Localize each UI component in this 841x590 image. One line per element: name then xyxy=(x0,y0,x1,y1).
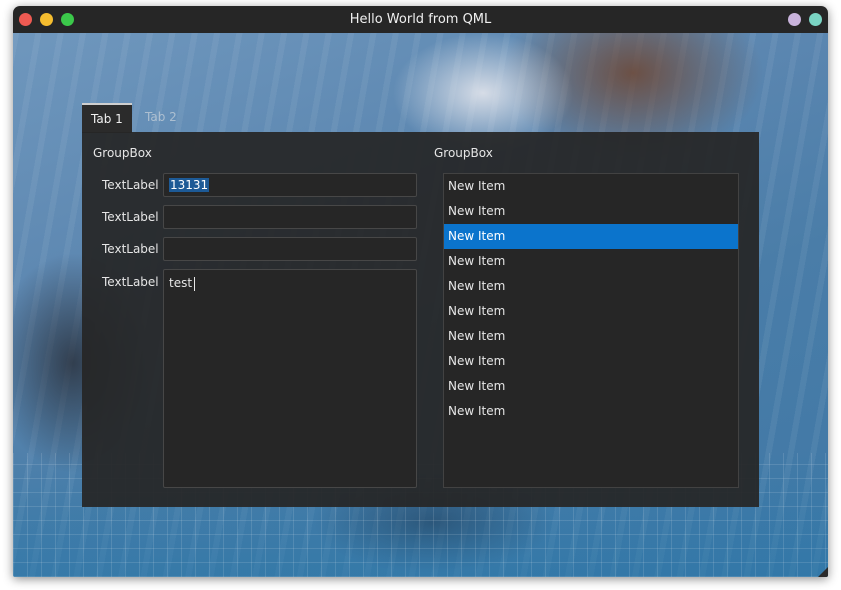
list-item[interactable]: New Item xyxy=(444,199,738,224)
tab-1[interactable]: Tab 1 xyxy=(82,103,132,133)
text-field-1-value: 13131 xyxy=(169,178,210,192)
list-view[interactable]: New Item New Item New Item New Item New … xyxy=(443,173,739,488)
list-item[interactable]: New Item xyxy=(444,374,738,399)
list-item[interactable]: New Item xyxy=(444,299,738,324)
list-item[interactable]: New Item xyxy=(444,349,738,374)
window-title: Hello World from QML xyxy=(349,12,492,27)
text-area-value: test xyxy=(169,276,193,290)
text-field-2[interactable] xyxy=(163,205,417,229)
list-item[interactable]: New Item xyxy=(444,324,738,349)
text-field-1[interactable]: 13131 xyxy=(163,173,417,197)
on-all-desktops-button[interactable] xyxy=(809,13,822,26)
right-groupbox-title: GroupBox xyxy=(434,146,493,160)
row-1-label: TextLabel xyxy=(102,178,159,192)
app-window: Hello World from QML Tab 1 Tab 2 GroupBo… xyxy=(13,6,828,577)
tab-2[interactable]: Tab 2 xyxy=(136,103,186,131)
left-groupbox-title: GroupBox xyxy=(93,146,152,160)
title-bar[interactable]: Hello World from QML xyxy=(13,6,828,33)
row-3-label: TextLabel xyxy=(102,242,159,256)
keep-above-button[interactable] xyxy=(788,13,801,26)
list-item[interactable]: New Item xyxy=(444,274,738,299)
resize-grip[interactable] xyxy=(818,567,828,577)
text-cursor xyxy=(194,276,196,291)
list-item[interactable]: New Item xyxy=(444,249,738,274)
text-area[interactable]: test xyxy=(163,269,417,488)
row-4-label: TextLabel xyxy=(102,275,159,289)
text-field-3[interactable] xyxy=(163,237,417,261)
list-item[interactable]: New Item xyxy=(444,399,738,424)
list-item[interactable]: New Item xyxy=(444,174,738,199)
list-item-selected[interactable]: New Item xyxy=(444,224,738,249)
row-2-label: TextLabel xyxy=(102,210,159,224)
tab-content-panel: GroupBox GroupBox TextLabel 13131 TextLa… xyxy=(82,132,759,507)
